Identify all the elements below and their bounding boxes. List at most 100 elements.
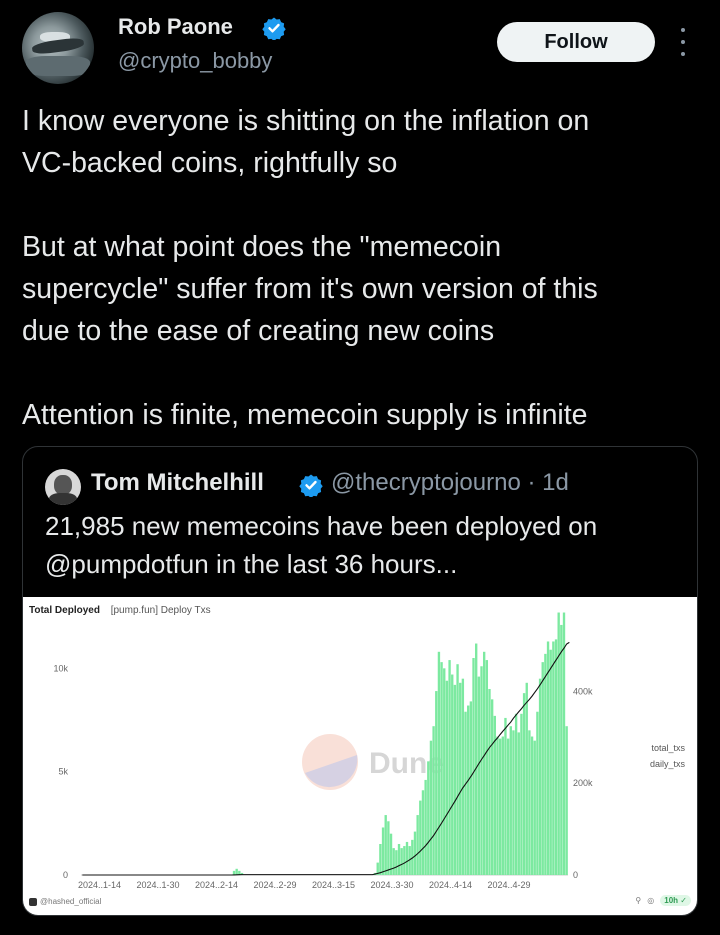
bar-daily-txs (482, 651, 486, 875)
bar-daily-txs (496, 736, 499, 875)
bar-daily-txs (435, 691, 438, 875)
verified-badge-icon (299, 474, 323, 497)
x-tick-label: 2024..4-14 (429, 880, 472, 890)
freshness-badge: 10h ✓ (660, 895, 691, 906)
bar-daily-txs (514, 713, 518, 875)
bar-daily-txs (528, 730, 531, 875)
bar-daily-txs (522, 693, 526, 875)
x-tick-label: 2024..1-30 (137, 880, 180, 890)
bar-daily-txs (512, 730, 515, 875)
legend-label: daily_txs (650, 759, 686, 769)
x-tick-label: 2024..2-29 (254, 880, 297, 890)
bar-daily-txs (381, 827, 385, 875)
bar-daily-txs (530, 736, 534, 875)
bar-daily-txs (424, 779, 427, 875)
bar-daily-txs (400, 848, 403, 875)
bar-daily-txs (477, 676, 481, 875)
bar-daily-txs (459, 682, 462, 875)
legend-label: total_txs (651, 743, 685, 753)
x-tick-label: 2024..4-29 (488, 880, 531, 890)
chart-footer-source: @hashed_official (29, 897, 101, 906)
bar-daily-txs (565, 726, 568, 875)
bar-daily-txs (562, 612, 566, 875)
bar-daily-txs (480, 666, 483, 875)
y-tick-left: 5k (58, 767, 68, 777)
bar-daily-txs (432, 726, 435, 875)
camera-icon: ◎ (647, 896, 655, 905)
bar-daily-txs (440, 662, 443, 875)
y-tick-left: 0 (63, 870, 68, 880)
tweet-paragraph: I know everyone is shitting on the infla… (22, 105, 590, 179)
chart-footer-status: ⚲ ◎ 10h ✓ (635, 895, 691, 906)
quote-author-handle[interactable]: @thecryptojourno (331, 469, 521, 496)
bar-daily-txs (448, 660, 451, 875)
bar-daily-txs (554, 639, 558, 875)
bar-daily-txs (560, 624, 563, 875)
x-tick-label: 2024..1-14 (78, 880, 121, 890)
follow-button[interactable]: Follow (497, 22, 655, 62)
quote-author-avatar[interactable] (45, 469, 81, 505)
bar-daily-txs (421, 790, 425, 875)
bar-daily-txs (467, 705, 470, 875)
bar-daily-txs (437, 651, 441, 875)
y-tick-right: 0 (573, 870, 578, 880)
bar-daily-txs (445, 680, 449, 875)
bar-daily-txs (509, 726, 512, 875)
bar-daily-txs (392, 848, 395, 875)
quote-author-name[interactable]: Tom Mitchelhill (91, 469, 264, 497)
bar-daily-txs (416, 815, 419, 875)
bar-daily-txs (443, 668, 446, 875)
bar-daily-txs (472, 658, 475, 875)
bar-daily-txs (395, 850, 398, 875)
bar-daily-txs (475, 643, 478, 875)
tweet-body: I know everyone is shitting on the infla… (22, 100, 702, 436)
bar-daily-txs (538, 678, 542, 875)
tweet-paragraph: Attention is finite, memecoin supply is … (22, 399, 588, 431)
bar-daily-txs (525, 682, 528, 875)
meta-separator: · (527, 469, 536, 496)
quote-meta: @thecryptojourno · 1d (331, 469, 569, 497)
quote-time[interactable]: 1d (542, 469, 569, 496)
quote-text: 21,985 new memecoins have been deployed … (45, 511, 598, 579)
bar-daily-txs (429, 740, 433, 875)
bar-daily-txs (451, 674, 454, 875)
chart-image[interactable]: Total Deployed [pump.fun] Deploy Txs Dun… (23, 597, 697, 915)
footer-source-text: @hashed_official (40, 897, 102, 906)
y-tick-right: 400k (573, 686, 593, 696)
bar-daily-txs (488, 689, 491, 875)
bar-daily-txs (544, 653, 547, 875)
bar-daily-txs (504, 717, 507, 875)
bar-daily-txs (541, 662, 544, 875)
bar-daily-txs (403, 846, 406, 875)
bar-daily-txs (453, 684, 457, 875)
bar-daily-txs (498, 738, 502, 875)
author-name[interactable]: Rob Paone (118, 14, 233, 40)
bar-daily-txs (419, 800, 422, 875)
bar-daily-txs (384, 815, 387, 875)
author-avatar[interactable] (22, 12, 94, 84)
bar-daily-txs (506, 738, 510, 875)
tweet-paragraph: But at what point does the "memecoin sup… (22, 231, 598, 347)
chart-plot: Dune 0 5k 10k 0 200k 400k 2024..1-14 2024..1-30 2… (53, 612, 686, 890)
bar-daily-txs (461, 678, 465, 875)
bar-daily-txs (235, 868, 238, 875)
bar-daily-txs (501, 736, 504, 875)
more-options-icon[interactable] (676, 28, 690, 56)
bar-daily-txs (546, 641, 550, 875)
bar-daily-txs (379, 844, 382, 875)
bar-daily-txs (387, 821, 390, 875)
bar-daily-txs (413, 831, 417, 875)
author-handle[interactable]: @crypto_bobby (118, 48, 272, 74)
bar-daily-txs (536, 711, 539, 875)
bar-daily-txs (405, 841, 409, 875)
bar-daily-txs (464, 711, 467, 875)
bar-daily-txs (456, 664, 459, 875)
bar-daily-txs (427, 761, 430, 875)
quoted-tweet[interactable]: Tom Mitchelhill @thecryptojourno · 1d 21… (22, 446, 698, 916)
y-tick-right: 200k (573, 778, 593, 788)
bar-daily-txs (469, 701, 473, 875)
bar-daily-txs (520, 713, 523, 875)
dune-logo-icon (29, 897, 37, 906)
bar-daily-txs (533, 740, 536, 875)
bar-daily-txs (485, 660, 489, 875)
